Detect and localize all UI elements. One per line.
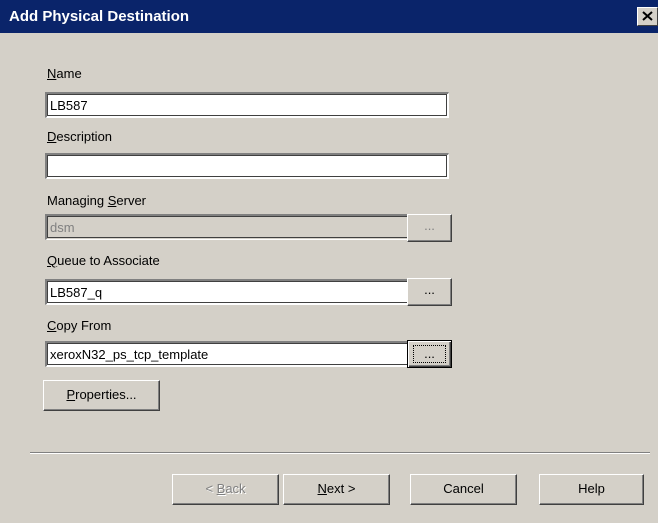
properties-button[interactable]: Properties...	[43, 380, 160, 411]
name-label: Name	[47, 66, 82, 81]
cancel-button[interactable]: Cancel	[410, 474, 517, 505]
back-button[interactable]: < Back	[172, 474, 279, 505]
name-field[interactable]: LB587	[45, 92, 449, 118]
name-value: LB587	[50, 98, 88, 113]
title-bar[interactable]: Add Physical Destination	[0, 0, 658, 33]
close-button[interactable]	[637, 7, 658, 26]
separator	[30, 452, 650, 454]
close-icon	[642, 11, 653, 21]
queue-value: LB587_q	[50, 285, 103, 300]
copy-from-value: xeroxN32_ps_tcp_template	[50, 347, 209, 362]
copy-from-label: Copy From	[47, 318, 112, 333]
copy-from-browse-label: ...	[413, 345, 446, 363]
managing-server-value: dsm	[50, 220, 75, 235]
managing-server-label: Managing Server	[47, 193, 147, 208]
managing-server-browse-button[interactable]: ...	[407, 214, 452, 242]
description-label: Description	[47, 129, 113, 144]
next-button[interactable]: Next >	[283, 474, 390, 505]
copy-from-field[interactable]: xeroxN32_ps_tcp_template	[45, 341, 449, 367]
help-button[interactable]: Help	[539, 474, 644, 505]
add-physical-destination-dialog: Add Physical Destination Name LB587 Desc…	[0, 0, 658, 523]
queue-label: Queue to Associate	[47, 253, 160, 268]
managing-server-field: dsm	[45, 214, 449, 240]
copy-from-browse-button[interactable]: ...	[407, 340, 452, 368]
queue-browse-button[interactable]: ...	[407, 278, 452, 306]
queue-field[interactable]: LB587_q	[45, 279, 449, 305]
description-field[interactable]	[45, 153, 449, 179]
window-title: Add Physical Destination	[9, 8, 190, 25]
